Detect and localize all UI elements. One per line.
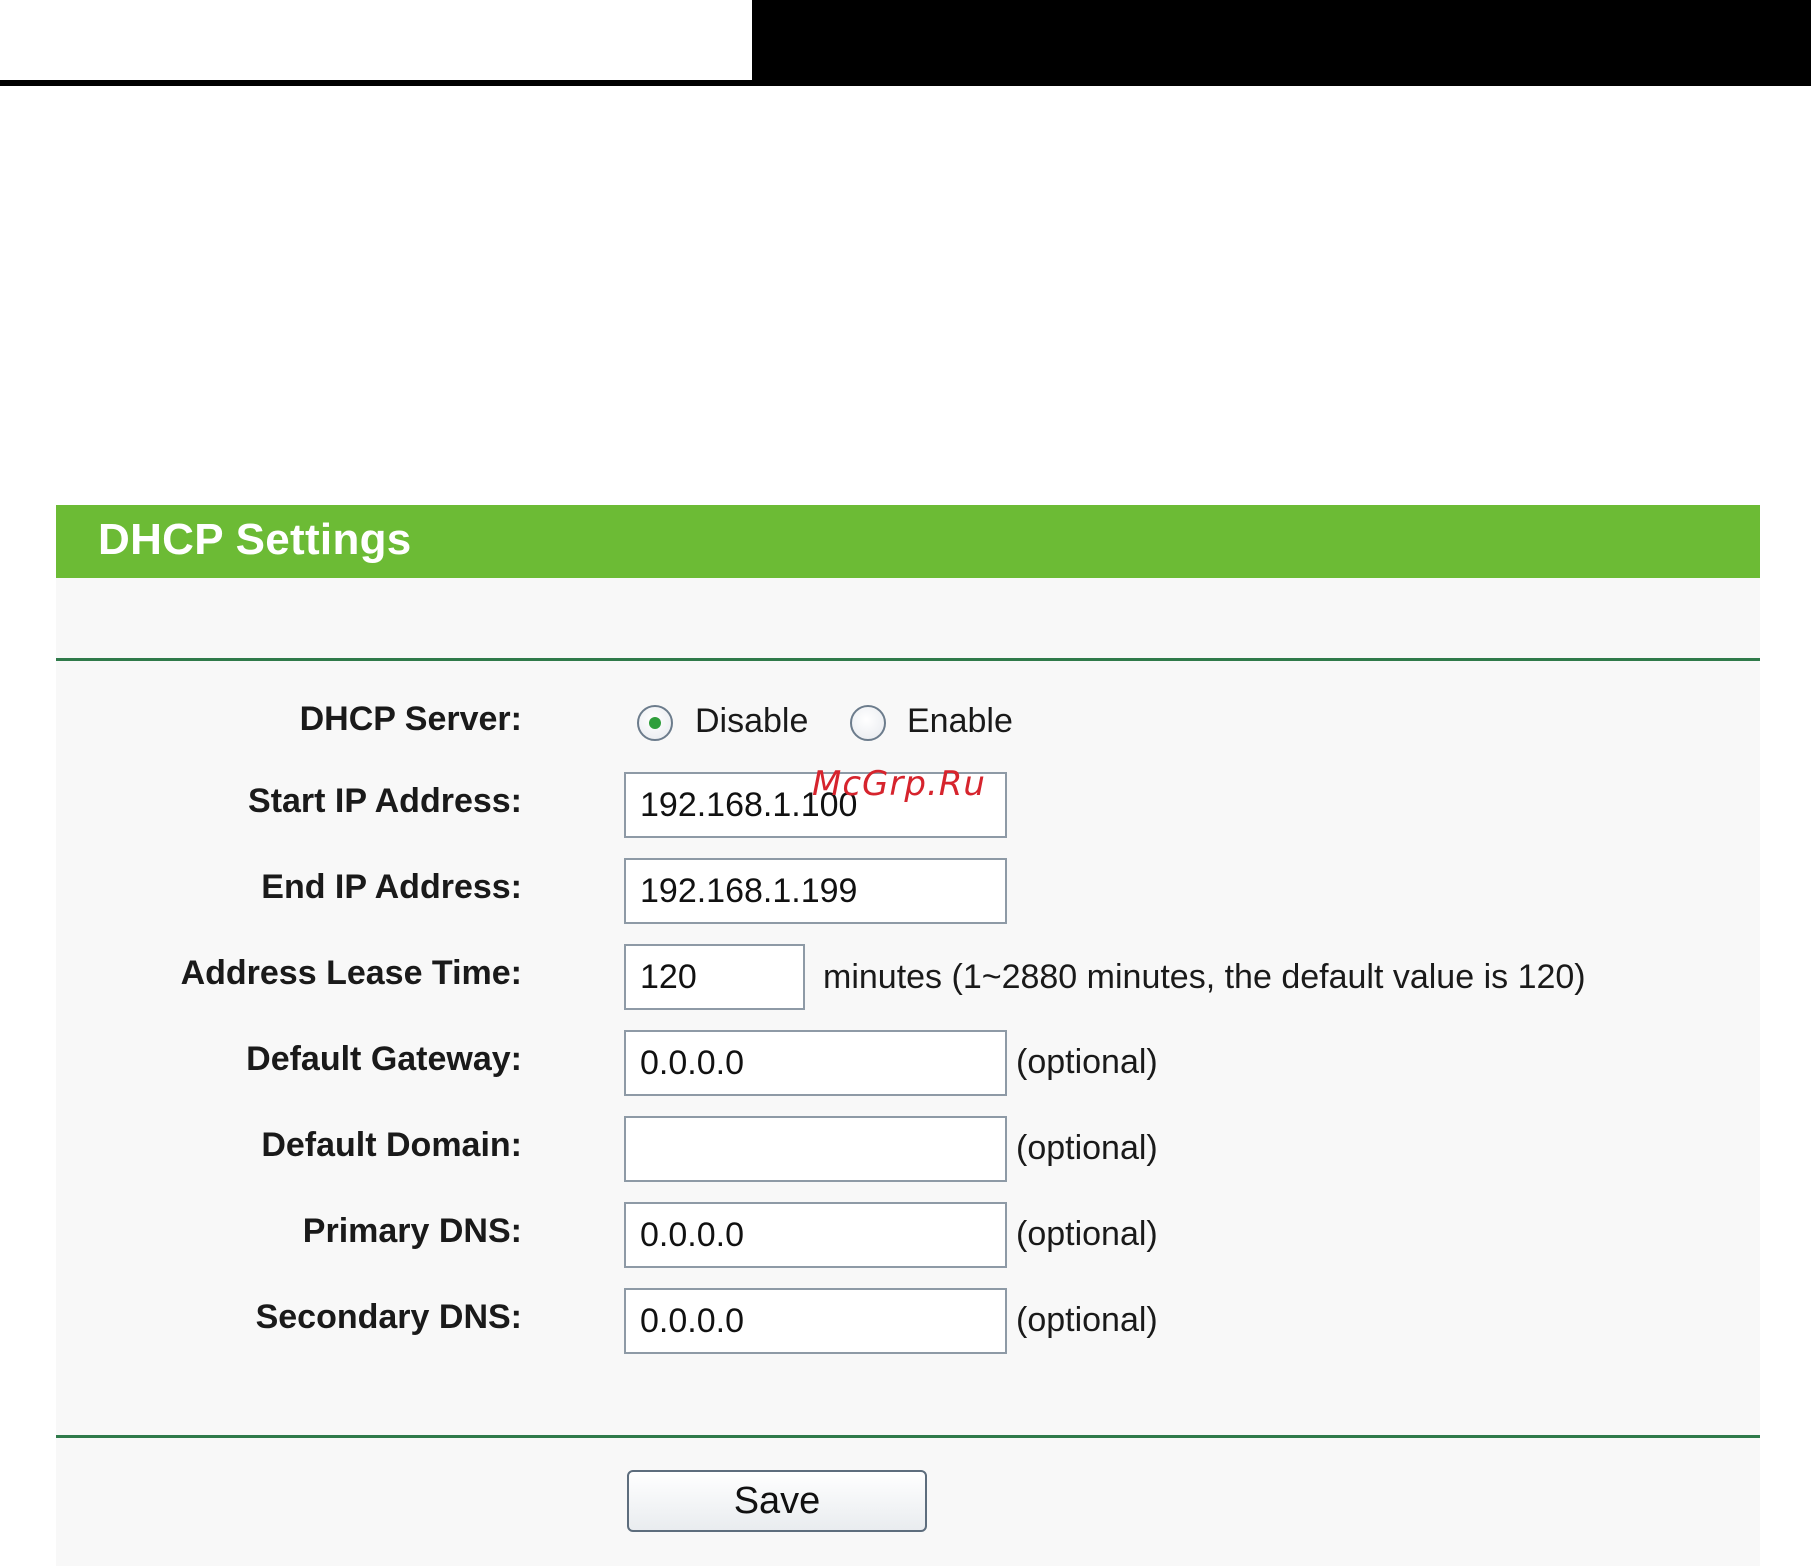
default-gateway-label: Default Gateway: bbox=[246, 1040, 522, 1078]
radio-selected-dot bbox=[649, 717, 661, 729]
dhcp-disable-label[interactable]: Disable bbox=[695, 701, 808, 741]
lease-time-label: Address Lease Time: bbox=[180, 954, 522, 992]
default-gateway-input[interactable] bbox=[624, 1030, 1007, 1096]
page-title: DHCP Settings bbox=[98, 515, 412, 564]
default-domain-input[interactable] bbox=[624, 1116, 1007, 1182]
default-domain-label: Default Domain: bbox=[261, 1126, 522, 1164]
start-ip-label: Start IP Address: bbox=[248, 782, 522, 820]
primary-dns-label: Primary DNS: bbox=[302, 1212, 522, 1250]
default-domain-hint: (optional) bbox=[1016, 1129, 1158, 1167]
divider-bottom bbox=[56, 1435, 1760, 1438]
lease-time-input[interactable] bbox=[624, 944, 805, 1010]
top-rule bbox=[0, 80, 752, 86]
end-ip-label: End IP Address: bbox=[261, 868, 522, 906]
end-ip-input[interactable] bbox=[624, 858, 1007, 924]
dhcp-enable-radio[interactable] bbox=[850, 705, 886, 741]
secondary-dns-hint: (optional) bbox=[1016, 1301, 1158, 1339]
lease-time-hint: minutes (1~2880 minutes, the default val… bbox=[823, 958, 1586, 996]
secondary-dns-label: Secondary DNS: bbox=[255, 1298, 522, 1336]
default-gateway-hint: (optional) bbox=[1016, 1043, 1158, 1081]
secondary-dns-input[interactable] bbox=[624, 1288, 1007, 1354]
dhcp-server-label: DHCP Server: bbox=[299, 700, 522, 738]
primary-dns-hint: (optional) bbox=[1016, 1215, 1158, 1253]
dhcp-disable-radio[interactable] bbox=[637, 705, 673, 741]
watermark: McGrp.Ru bbox=[812, 764, 986, 804]
save-button[interactable]: Save bbox=[627, 1470, 927, 1532]
divider-top bbox=[56, 658, 1760, 661]
dhcp-enable-label[interactable]: Enable bbox=[907, 701, 1013, 741]
primary-dns-input[interactable] bbox=[624, 1202, 1007, 1268]
top-black-band bbox=[752, 0, 1811, 86]
